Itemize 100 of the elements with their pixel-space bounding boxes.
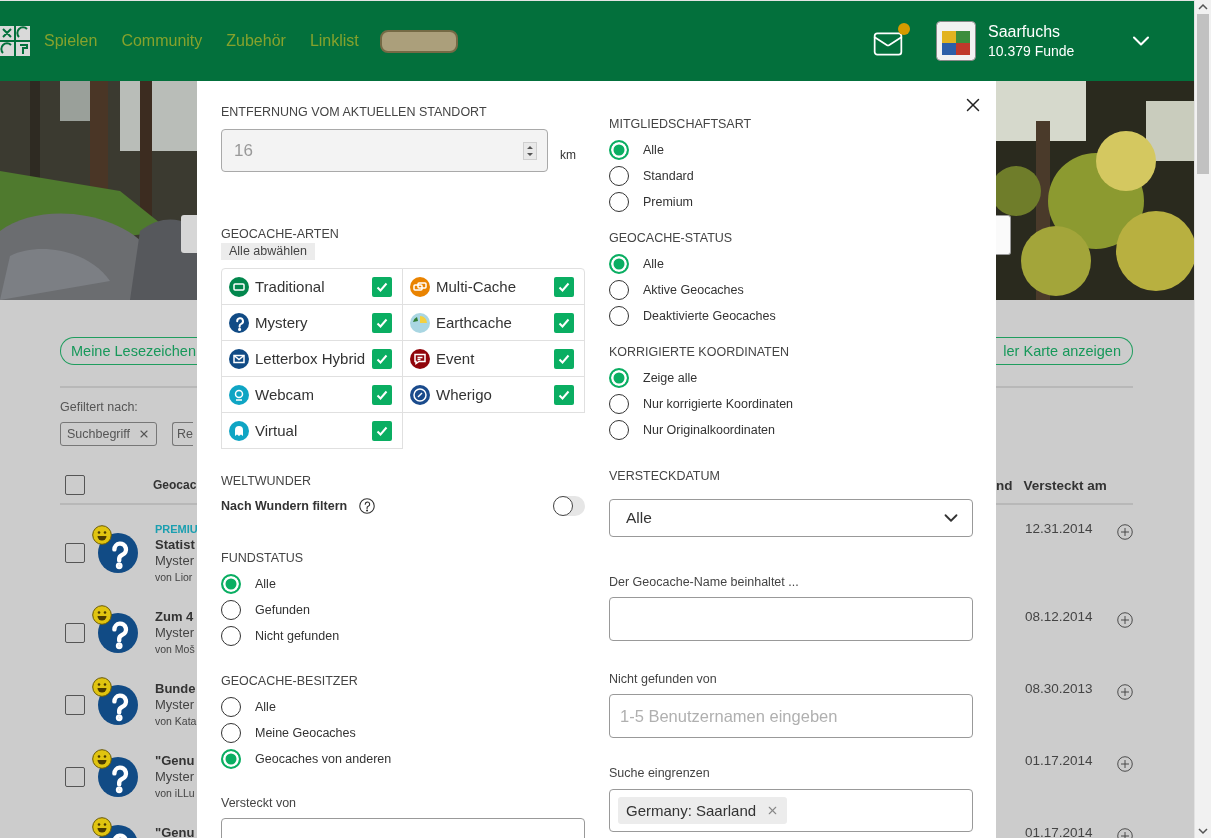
nav-button[interactable] [379, 29, 458, 53]
avatar[interactable] [936, 21, 976, 61]
checkbox[interactable] [554, 276, 574, 297]
section-title: FUNDSTATUS [221, 551, 305, 566]
section-title: KORRIGIERTE KOORDINATEN [609, 345, 791, 360]
checkbox[interactable] [372, 420, 392, 441]
text-field[interactable]: 1-5 Benutzernamen eingeben [609, 694, 973, 738]
radio-label: Nicht gefunden [255, 629, 340, 643]
column-header[interactable]: Versteckt am [1023, 477, 1107, 493]
cache-type-label: Event [436, 350, 476, 367]
radio-button[interactable] [609, 254, 629, 274]
region-tag[interactable]: Germany: Saarland [618, 797, 788, 824]
checkbox[interactable] [65, 623, 85, 643]
smiley-icon [92, 525, 112, 545]
smiley-icon [92, 817, 112, 837]
logo-icon[interactable] [0, 26, 30, 56]
section-title: ENTFERNUNG VOM AKTUELLEN STANDORT [221, 105, 488, 120]
radio-button[interactable] [221, 697, 241, 717]
radio-button[interactable] [609, 280, 629, 300]
radio-label: Aktive Geocaches [643, 283, 744, 297]
radio-label: Deaktivierte Geocaches [643, 309, 776, 323]
radio-button[interactable] [609, 166, 629, 186]
radio-button[interactable] [221, 723, 241, 743]
cache-type-label: Wherigo [436, 386, 493, 403]
checkbox[interactable] [554, 384, 574, 405]
hidden-date: 01.17.2014 [1025, 825, 1094, 838]
filter-tag[interactable]: Re [172, 422, 193, 446]
radio-button[interactable] [609, 368, 629, 388]
add-icon[interactable] [1117, 681, 1133, 703]
checkbox[interactable] [65, 543, 85, 563]
region-field[interactable]: Germany: Saarland [609, 789, 973, 832]
spinner-icon[interactable] [523, 141, 537, 160]
column-header[interactable]: nd [996, 477, 1013, 493]
cache-name[interactable]: Bunde [155, 681, 197, 697]
checkbox[interactable] [65, 767, 85, 787]
filter-tag[interactable]: Suchbegriff [60, 422, 157, 446]
field-label: Der Geocache-Name beinhaltet ... [609, 575, 800, 590]
checkbox[interactable] [372, 312, 392, 333]
cache-name[interactable]: Statist [155, 537, 197, 553]
add-icon[interactable] [1117, 609, 1133, 631]
cache-type-label: Letterbox Hybrid [255, 350, 367, 367]
cache-name[interactable]: Zum 4 [155, 609, 195, 625]
date-select[interactable]: Alle [609, 499, 973, 537]
radio-button[interactable] [609, 394, 629, 414]
checkbox[interactable] [372, 276, 392, 297]
filter-label: Gefiltert nach: [60, 400, 139, 415]
radio-label: Nur Originalkoordinaten [643, 423, 775, 437]
section-title: GEOCACHE-STATUS [609, 231, 734, 246]
remove-icon[interactable] [138, 428, 150, 440]
radio-button[interactable] [221, 626, 241, 646]
radio-label: Alle [255, 700, 276, 714]
cache-type: Myster [155, 625, 195, 641]
radio-button[interactable] [221, 600, 241, 620]
premium-label: PREMIU [155, 522, 197, 537]
radio-button[interactable] [221, 749, 241, 769]
search-field[interactable] [996, 215, 1011, 255]
radio-label: Premium [643, 195, 693, 209]
radio-label: Alle [643, 257, 664, 271]
add-icon[interactable] [1117, 521, 1133, 543]
field-label: Suche eingrenzen [609, 766, 711, 781]
checkbox[interactable] [372, 348, 392, 369]
hidden-date: 08.30.2013 [1025, 681, 1094, 697]
hidden-date: 01.17.2014 [1025, 753, 1094, 769]
user-name: Saarfuchs [988, 22, 1062, 42]
toggle-switch[interactable] [553, 496, 585, 516]
section-title: VERSTECKDATUM [609, 469, 721, 484]
cache-type: Myster [155, 553, 195, 569]
radio-label: Alle [255, 577, 276, 591]
checkbox[interactable] [554, 348, 574, 369]
scrollbar-thumb[interactable] [1197, 14, 1209, 174]
cache-type: Myster [155, 769, 195, 785]
checkbox[interactable] [65, 695, 85, 715]
section-title: WELTWUNDER [221, 474, 313, 489]
radio-button[interactable] [609, 306, 629, 326]
cache-type: Myster [155, 697, 195, 713]
checkbox[interactable] [372, 384, 392, 405]
cache-owner: von iLLu [155, 786, 195, 801]
cache-type-label: Mystery [255, 314, 309, 331]
cache-owner: von Moš [155, 642, 195, 657]
deselect-all-button[interactable]: Alle abwählen [221, 243, 315, 260]
add-icon[interactable] [1117, 753, 1133, 775]
radio-label: Geocaches von anderen [255, 752, 392, 766]
checkbox[interactable] [554, 312, 574, 333]
radio-button[interactable] [609, 420, 629, 440]
cache-owner: von Kata [155, 714, 197, 729]
radio-button[interactable] [221, 574, 241, 594]
scrollbar[interactable] [1194, 0, 1211, 838]
toggle-label: Nach Wundern filtern [221, 499, 348, 513]
find-count: 10.379 Funde [988, 42, 1076, 60]
help-icon[interactable] [359, 498, 376, 514]
smiley-icon [92, 749, 112, 769]
radio-label: Zeige alle [643, 371, 698, 385]
column-header[interactable]: Geocac [153, 478, 197, 492]
cache-name[interactable]: "Genu [155, 753, 195, 769]
text-field[interactable] [609, 597, 973, 641]
radio-button[interactable] [609, 192, 629, 212]
radio-button[interactable] [609, 140, 629, 160]
checkbox[interactable] [65, 475, 85, 495]
cache-name[interactable]: "Genu [155, 825, 195, 838]
field-label: Nicht gefunden von [609, 672, 718, 687]
